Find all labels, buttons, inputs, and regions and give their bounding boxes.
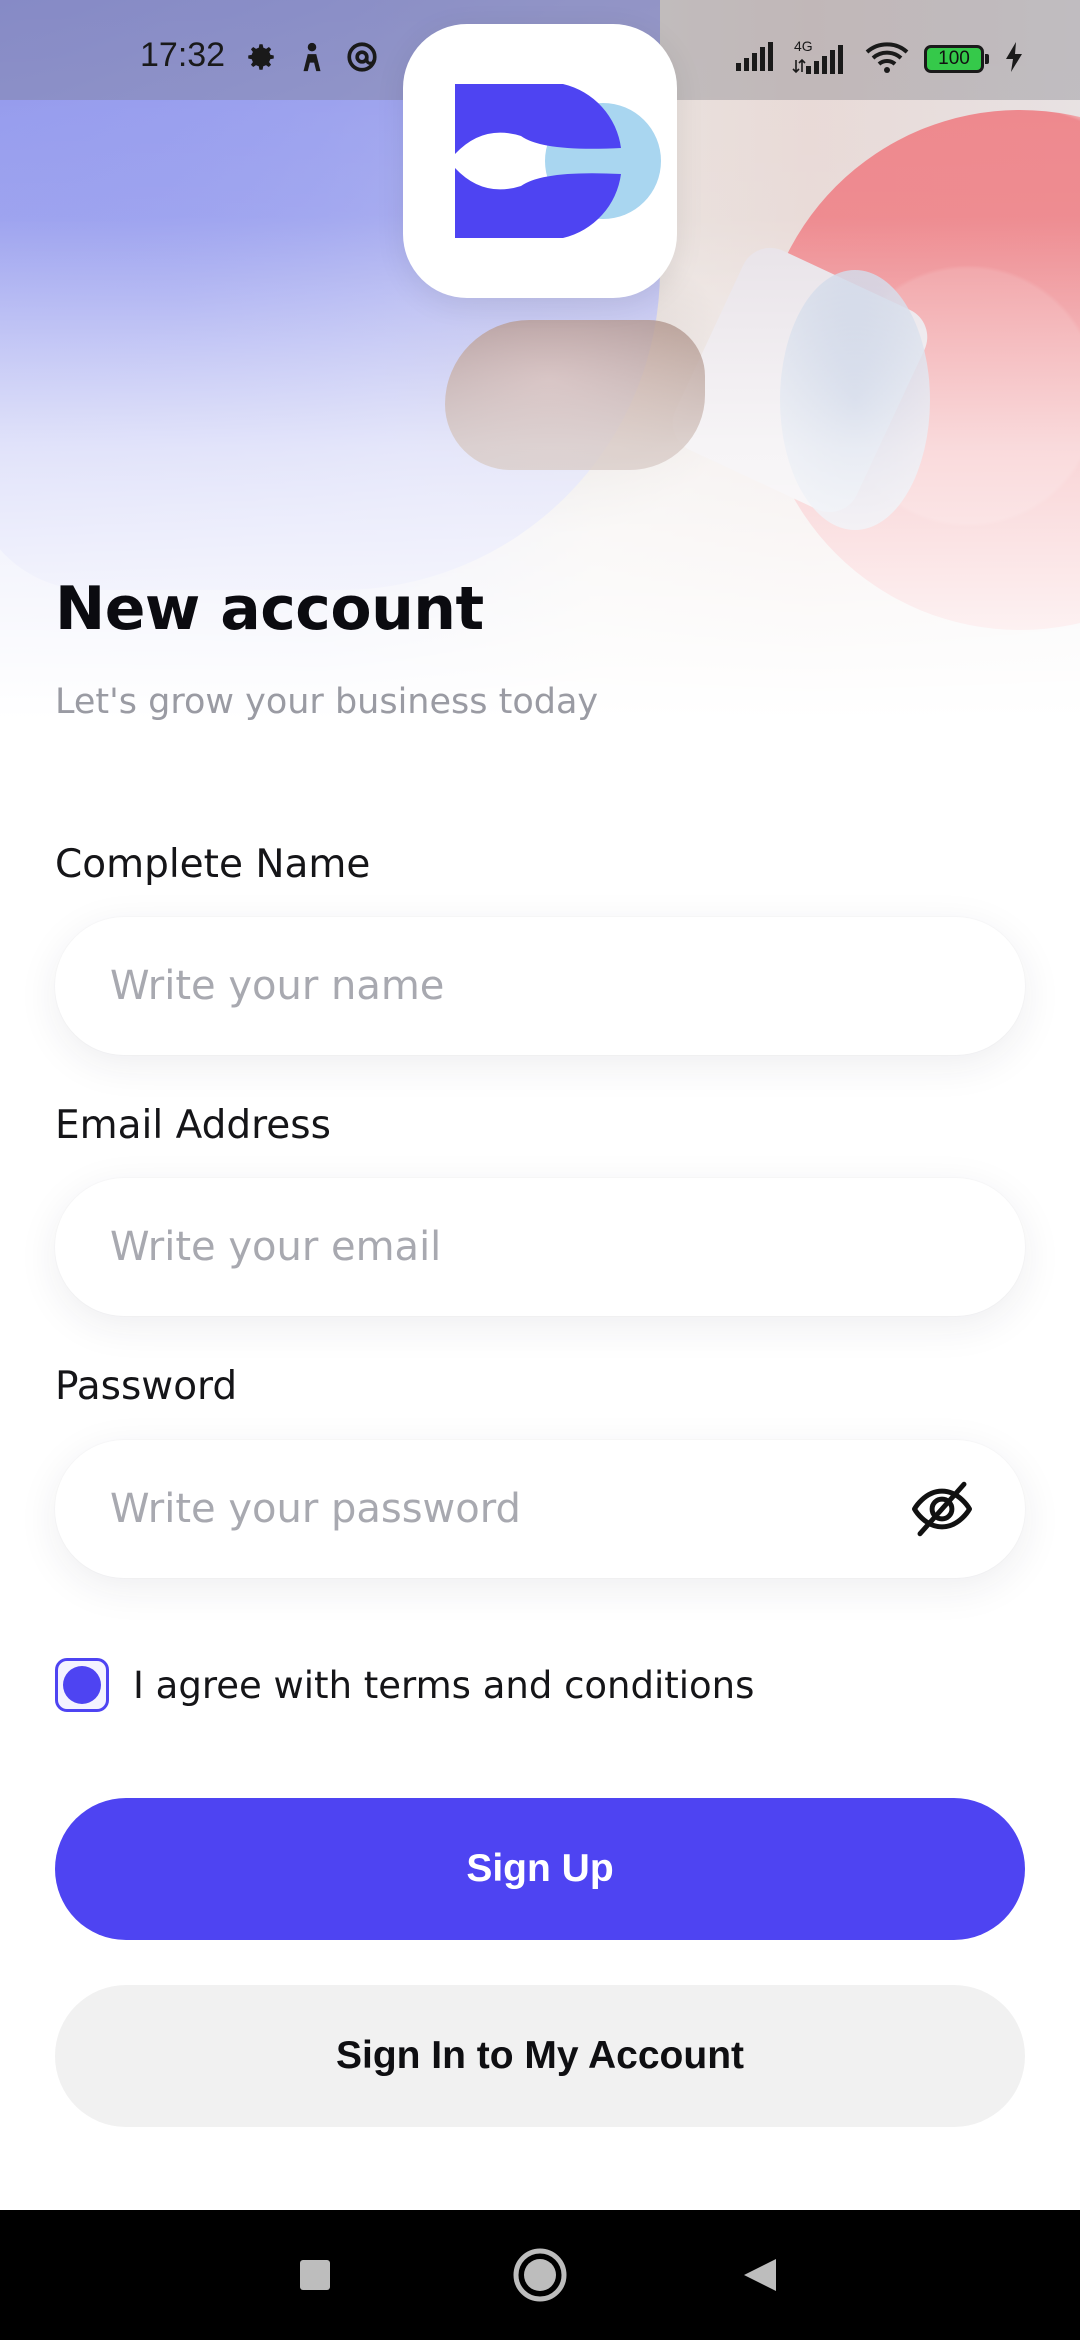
page-title: New account (55, 574, 484, 644)
terms-checkbox[interactable] (55, 1658, 109, 1712)
brand-logo-icon (455, 84, 661, 238)
name-input[interactable] (110, 917, 950, 1055)
triangle-back-icon[interactable] (725, 2240, 795, 2310)
terms-row: I agree with terms and conditions (55, 1658, 754, 1712)
signal-4g-icon: 4G (792, 38, 850, 76)
wifi-icon (864, 40, 910, 78)
password-field[interactable] (55, 1440, 1025, 1578)
status-time: 17:32 (140, 36, 226, 74)
app-logo (403, 24, 677, 298)
system-nav-bar (0, 2210, 1080, 2340)
status-right-icons: 4G 100 (734, 38, 1024, 78)
square-recents-icon[interactable] (280, 2240, 350, 2310)
password-field-label: Password (55, 1364, 238, 1409)
name-field-label: Complete Name (55, 842, 371, 887)
email-input[interactable] (110, 1178, 950, 1316)
battery-icon: 100 (924, 45, 989, 73)
eye-off-icon[interactable] (909, 1476, 975, 1542)
page-subtitle: Let's grow your business today (55, 682, 599, 722)
circle-home-icon[interactable] (505, 2240, 575, 2310)
person-icon (295, 40, 329, 74)
name-field[interactable] (55, 917, 1025, 1055)
password-input[interactable] (110, 1440, 870, 1578)
gear-icon (244, 40, 278, 74)
terms-label[interactable]: I agree with terms and conditions (133, 1664, 754, 1707)
email-field-label: Email Address (55, 1103, 331, 1148)
email-field[interactable] (55, 1178, 1025, 1316)
sign-up-button[interactable]: Sign Up (55, 1798, 1025, 1940)
charging-icon (1004, 41, 1024, 77)
checkbox-checked-icon (63, 1666, 101, 1704)
sign-in-button[interactable]: Sign In to My Account (55, 1985, 1025, 2127)
at-sign-icon (345, 40, 379, 74)
signal-icon (734, 41, 778, 77)
